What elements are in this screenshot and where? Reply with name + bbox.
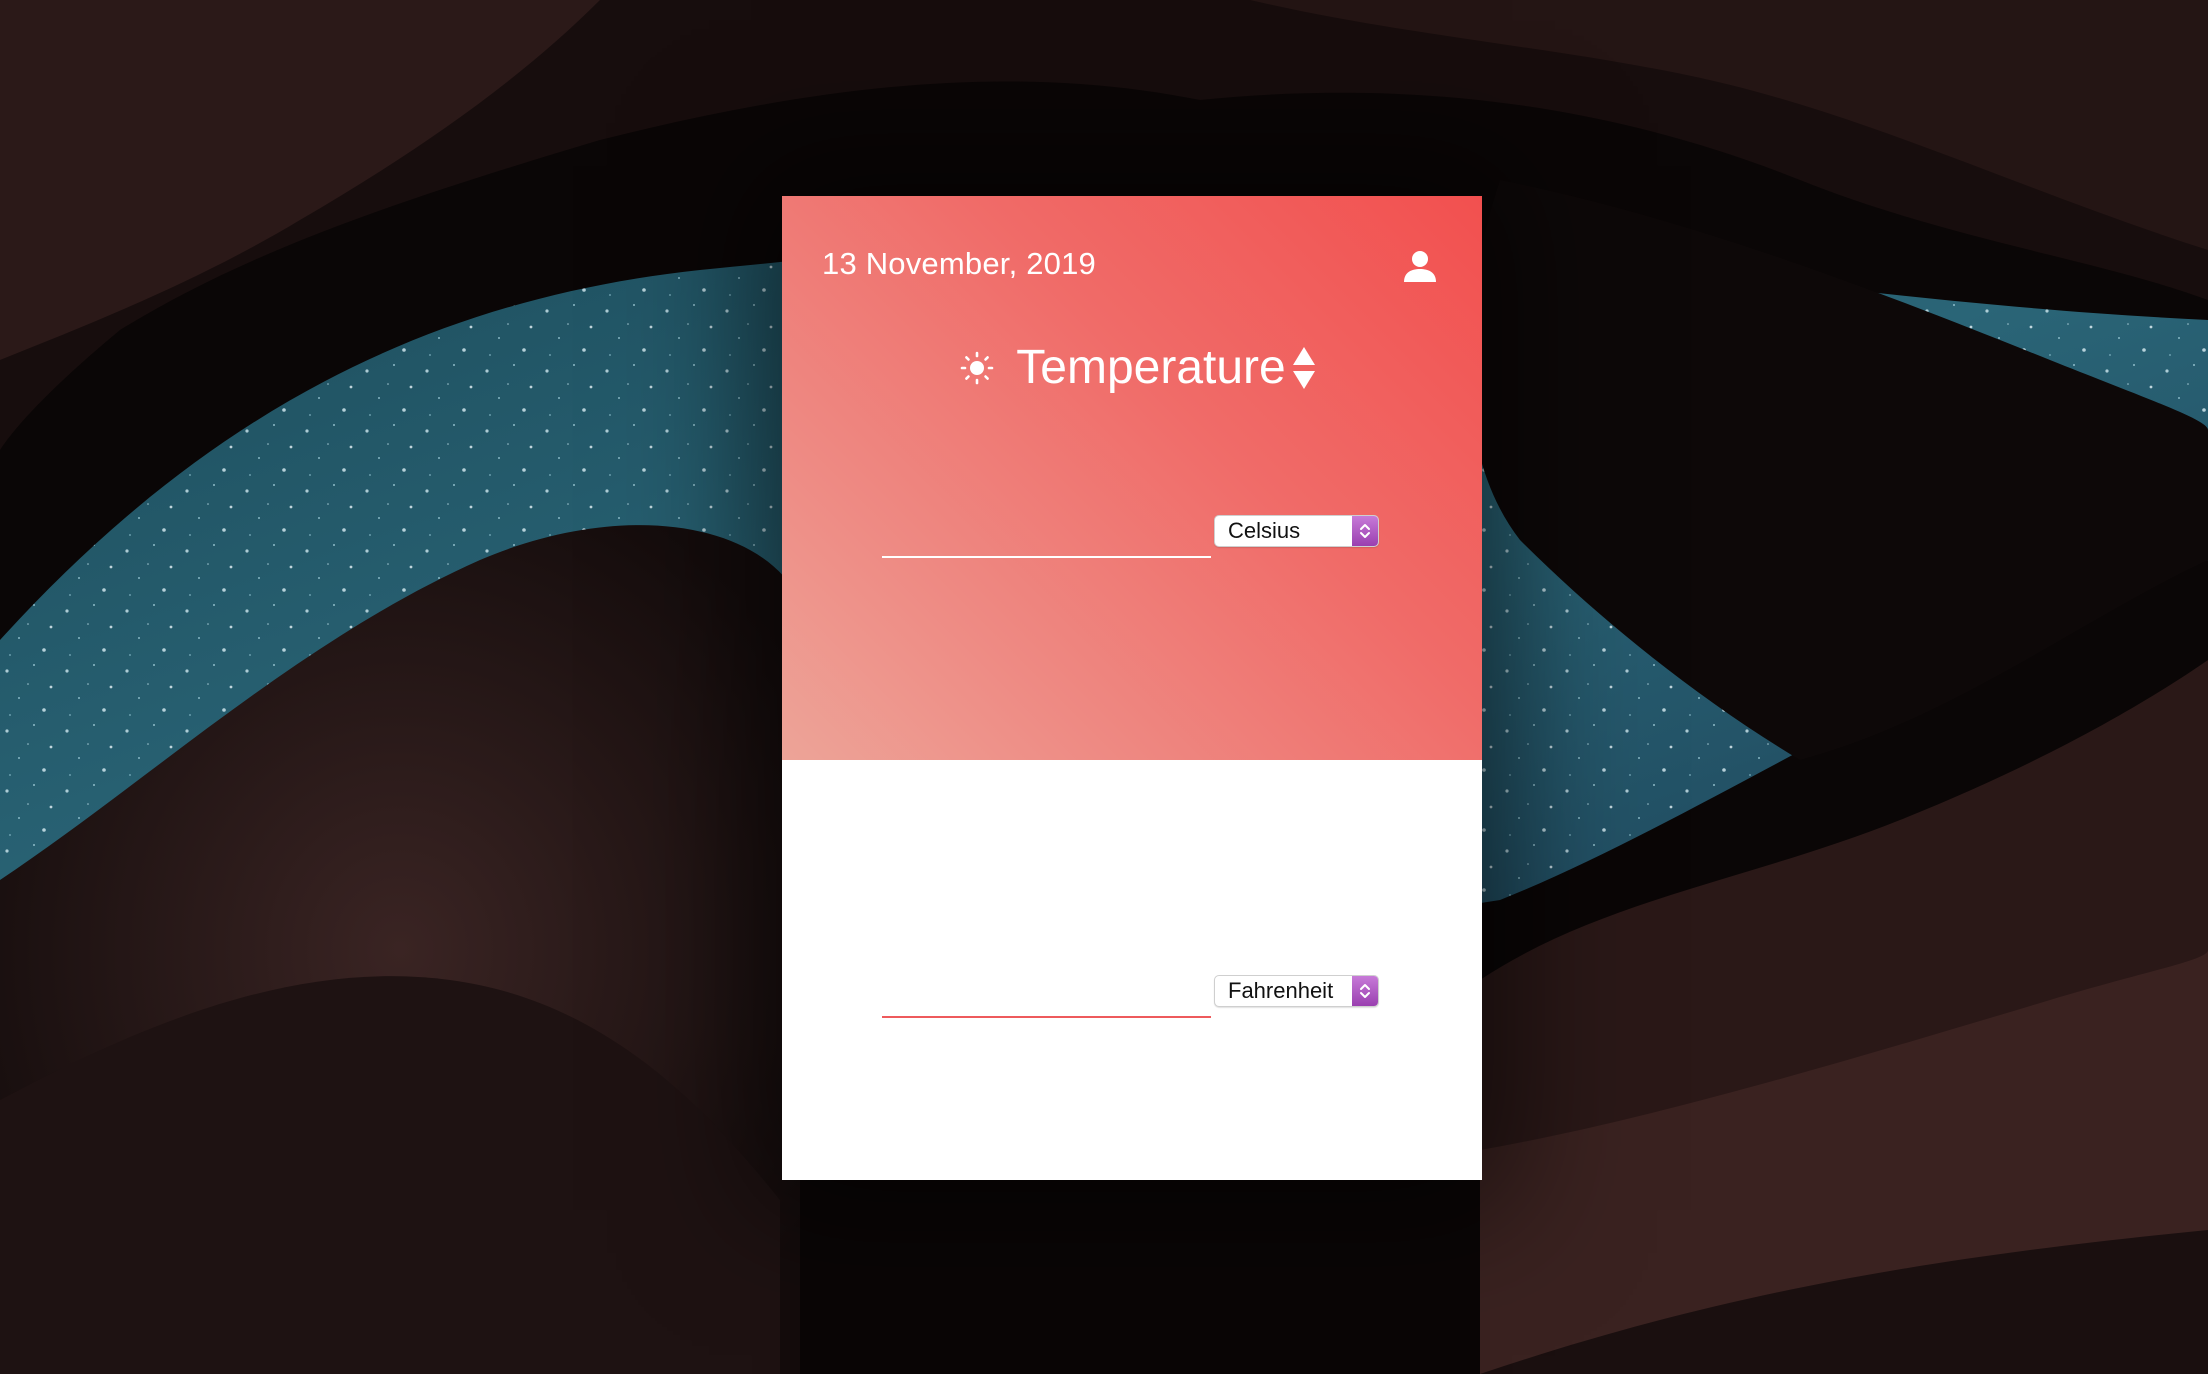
top-panel: 13 November, 2019 Temperature Celsius — [782, 196, 1482, 760]
top-unit-label: Celsius — [1228, 518, 1301, 543]
user-icon[interactable] — [1402, 248, 1438, 284]
bottom-unit-select[interactable]: Fahrenheit — [1214, 975, 1379, 1007]
top-value-input[interactable] — [882, 518, 1211, 558]
select-chevron-icon[interactable] — [1352, 516, 1378, 546]
bottom-panel — [782, 760, 1482, 1180]
bottom-value-input[interactable] — [882, 978, 1211, 1018]
page-title: Temperature — [1016, 341, 1286, 394]
top-unit-select[interactable]: Celsius — [1214, 515, 1379, 547]
date-label: 13 November, 2019 — [822, 246, 1096, 281]
sort-updown-icon[interactable] — [1290, 345, 1318, 391]
title-row: Temperature — [782, 338, 1482, 398]
select-chevron-icon[interactable] — [1352, 976, 1378, 1006]
sun-icon — [960, 351, 994, 385]
bottom-unit-label: Fahrenheit — [1228, 978, 1334, 1003]
converter-card: 13 November, 2019 Temperature Celsius Fa… — [782, 196, 1482, 1180]
